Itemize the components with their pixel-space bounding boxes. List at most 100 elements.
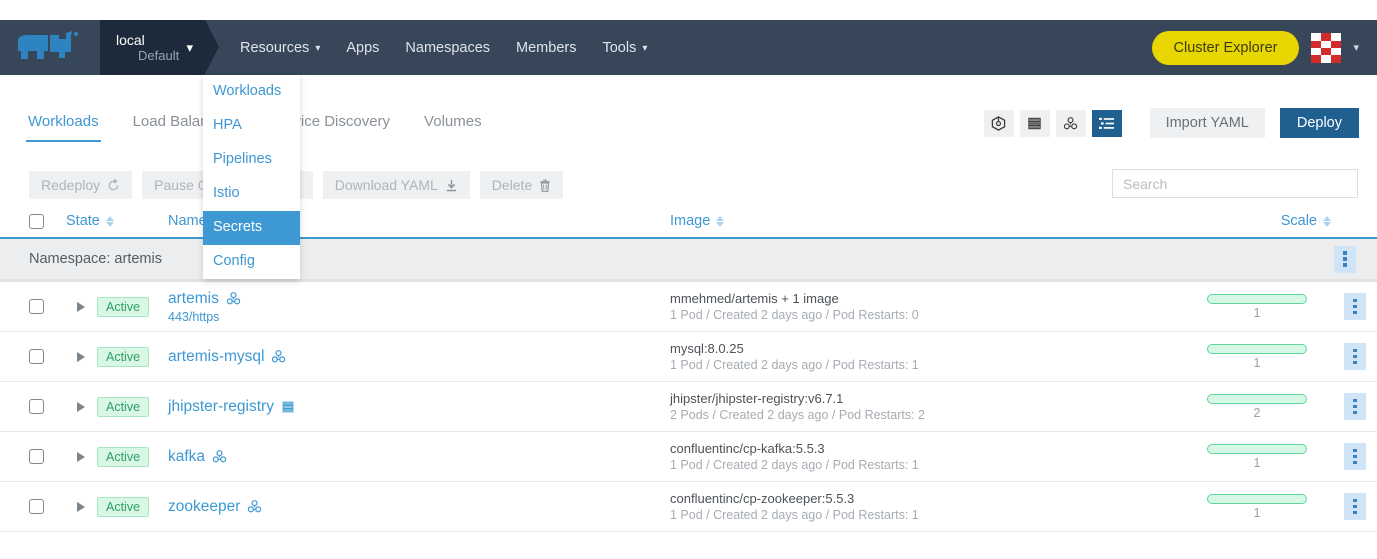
download-yaml-button[interactable]: Download YAML <box>323 171 470 199</box>
select-all-checkbox[interactable] <box>29 214 44 229</box>
status-badge: Active <box>97 497 149 517</box>
vertical-dots-icon[interactable] <box>1344 443 1366 470</box>
chevron-down-icon: ▾ <box>642 43 647 54</box>
triangle-right-icon[interactable] <box>77 352 85 362</box>
tab-volumes[interactable]: Volumes <box>424 113 482 133</box>
row-scale-cell: 1 <box>1182 344 1332 370</box>
redeploy-button[interactable]: Redeploy <box>29 171 132 199</box>
row-checkbox[interactable] <box>29 399 44 414</box>
table-row[interactable]: Active jhipster-registry jhipster/jhipst… <box>0 382 1377 432</box>
scale-progress-bar <box>1207 294 1307 304</box>
row-select-cell <box>29 299 66 314</box>
workload-name-link[interactable]: zookeeper <box>168 498 240 516</box>
user-avatar[interactable] <box>1311 33 1341 63</box>
image-name: mmehmed/artemis + 1 image <box>670 291 1182 306</box>
table-row[interactable]: Active artemis 443/https mmehmed/artemis… <box>0 282 1377 332</box>
namespace-group-label: Namespace: artemis <box>29 251 162 267</box>
import-yaml-button[interactable]: Import YAML <box>1150 108 1265 138</box>
table-row[interactable]: Active artemis-mysql mysql:8.0.25 1 Pod … <box>0 332 1377 382</box>
scale-count: 2 <box>1254 406 1261 420</box>
vertical-dots-icon[interactable] <box>1334 246 1356 273</box>
row-scale-cell: 1 <box>1182 494 1332 520</box>
image-meta: 1 Pod / Created 2 days ago / Pod Restart… <box>670 508 1182 522</box>
search-input[interactable] <box>1112 169 1358 198</box>
deployment-nodes-icon <box>247 499 262 514</box>
nav-item-members[interactable]: Members <box>503 20 589 75</box>
sort-arrows-icon <box>716 215 725 228</box>
deployment-nodes-icon <box>271 349 286 364</box>
redeploy-icon <box>107 179 120 192</box>
workload-name-link[interactable]: artemis <box>168 290 219 308</box>
triangle-right-icon[interactable] <box>77 502 85 512</box>
list-view-icon-button[interactable] <box>1092 110 1122 137</box>
workload-name-link[interactable]: artemis-mysql <box>168 348 264 366</box>
statefulset-rows-icon-button[interactable] <box>1020 110 1050 137</box>
row-image-cell: mysql:8.0.25 1 Pod / Created 2 days ago … <box>670 341 1182 372</box>
rancher-logo[interactable] <box>0 20 100 75</box>
deployment-nodes-icon <box>1063 116 1078 131</box>
row-checkbox[interactable] <box>29 499 44 514</box>
column-header-scale[interactable]: Scale <box>1182 213 1332 229</box>
cluster-selector[interactable]: local Default ▾ <box>100 20 205 75</box>
scale-count: 1 <box>1254 456 1261 470</box>
dropdown-item-workloads[interactable]: Workloads <box>203 75 300 109</box>
delete-button[interactable]: Delete <box>480 171 563 199</box>
workload-name-link[interactable]: kafka <box>168 448 205 466</box>
triangle-right-icon[interactable] <box>77 302 85 312</box>
deploy-button[interactable]: Deploy <box>1280 108 1359 138</box>
status-badge: Active <box>97 397 149 417</box>
triangle-right-icon[interactable] <box>77 452 85 462</box>
vertical-dots-icon[interactable] <box>1344 343 1366 370</box>
scale-count: 1 <box>1254 306 1261 320</box>
dropdown-item-istio[interactable]: Istio <box>203 177 300 211</box>
status-badge: Active <box>97 347 149 367</box>
select-all-cell <box>29 214 66 229</box>
image-meta: 1 Pod / Created 2 days ago / Pod Restart… <box>670 308 1182 322</box>
dropdown-item-config[interactable]: Config <box>203 245 300 279</box>
tab-workloads[interactable]: Workloads <box>28 113 99 133</box>
workload-ports[interactable]: 443/https <box>168 310 670 324</box>
statefulset-rows-icon <box>1027 116 1042 131</box>
resources-dropdown-menu: Workloads HPA Pipelines Istio Secrets Co… <box>203 75 300 279</box>
status-badge: Active <box>97 447 149 467</box>
image-name: jhipster/jhipster-registry:v6.7.1 <box>670 391 1182 406</box>
cluster-globe-icon <box>991 116 1006 131</box>
table-row[interactable]: Active zookeeper confluentinc/cp-zookeep… <box>0 482 1377 532</box>
row-state-cell: Active <box>66 447 168 467</box>
workload-name-link[interactable]: jhipster-registry <box>168 398 274 416</box>
vertical-dots-icon[interactable] <box>1344 393 1366 420</box>
row-menu-cell <box>1332 293 1377 320</box>
table-row[interactable]: Active kafka confluentinc/cp-kafka:5.5.3… <box>0 432 1377 482</box>
nav-item-apps[interactable]: Apps <box>333 20 392 75</box>
row-checkbox[interactable] <box>29 449 44 464</box>
image-name: confluentinc/cp-zookeeper:5.5.3 <box>670 491 1182 506</box>
dropdown-item-pipelines[interactable]: Pipelines <box>203 143 300 177</box>
column-header-state[interactable]: State <box>66 213 168 229</box>
cluster-globe-icon-button[interactable] <box>984 110 1014 137</box>
dropdown-item-hpa[interactable]: HPA <box>203 109 300 143</box>
image-name: confluentinc/cp-kafka:5.5.3 <box>670 441 1182 456</box>
nav-item-resources[interactable]: Resources ▾ <box>227 20 333 75</box>
row-menu-cell <box>1332 443 1377 470</box>
dropdown-item-secrets[interactable]: Secrets <box>203 211 300 245</box>
chevron-down-icon[interactable]: ▾ <box>1353 41 1359 54</box>
scale-progress-bar <box>1207 444 1307 454</box>
row-state-cell: Active <box>66 497 168 517</box>
deployment-nodes-icon <box>212 449 227 464</box>
column-header-image[interactable]: Image <box>670 213 1182 229</box>
cluster-explorer-button[interactable]: Cluster Explorer <box>1152 31 1300 65</box>
nav-item-namespaces[interactable]: Namespaces <box>392 20 503 75</box>
namespace-menu-holder <box>1322 246 1377 273</box>
vertical-dots-icon[interactable] <box>1344 293 1366 320</box>
deployment-nodes-icon-button[interactable] <box>1056 110 1086 137</box>
row-checkbox[interactable] <box>29 299 44 314</box>
vertical-dots-icon[interactable] <box>1344 493 1366 520</box>
nav-item-tools[interactable]: Tools ▾ <box>589 20 660 75</box>
image-meta: 1 Pod / Created 2 days ago / Pod Restart… <box>670 458 1182 472</box>
row-name-cell: jhipster-registry <box>168 398 670 416</box>
triangle-right-icon[interactable] <box>77 402 85 412</box>
row-image-cell: confluentinc/cp-kafka:5.5.3 1 Pod / Crea… <box>670 441 1182 472</box>
scale-progress-bar <box>1207 494 1307 504</box>
row-image-cell: jhipster/jhipster-registry:v6.7.1 2 Pods… <box>670 391 1182 422</box>
row-checkbox[interactable] <box>29 349 44 364</box>
